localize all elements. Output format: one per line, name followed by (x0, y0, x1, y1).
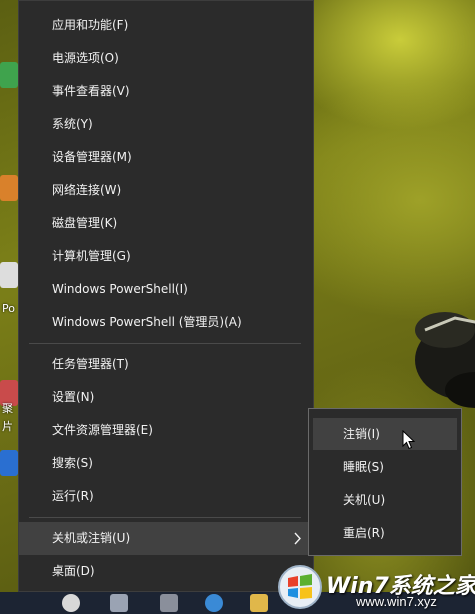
menu-item-search[interactable]: 搜索(S) (19, 447, 313, 480)
desktop-icon-label: 聚 (2, 402, 13, 415)
menu-item-powershell[interactable]: Windows PowerShell(I) (19, 273, 313, 306)
menu-item-label: 关机或注销(U) (52, 531, 131, 545)
wallpaper-animal (415, 312, 475, 408)
menu-item-file-explorer[interactable]: 文件资源管理器(E) (19, 414, 313, 447)
menu-item-disk-management[interactable]: 磁盘管理(K) (19, 207, 313, 240)
menu-item-device-manager[interactable]: 设备管理器(M) (19, 141, 313, 174)
menu-item-event-viewer[interactable]: 事件查看器(V) (19, 75, 313, 108)
site-watermark: Win7系统之家 www.win7.xyz (276, 560, 475, 614)
desktop-icon-label: Po (2, 302, 15, 315)
taskbar-search-icon[interactable] (62, 594, 80, 612)
menu-item-desktop[interactable]: 桌面(D) (19, 555, 313, 588)
menu-item-system[interactable]: 系统(Y) (19, 108, 313, 141)
submenu-item-restart[interactable]: 重启(R) (313, 517, 457, 549)
menu-item-computer-management[interactable]: 计算机管理(G) (19, 240, 313, 273)
menu-item-network-connections[interactable]: 网络连接(W) (19, 174, 313, 207)
taskbar-app-icon[interactable] (160, 594, 178, 612)
taskbar-app-icon[interactable] (110, 594, 128, 612)
menu-item-powershell-admin[interactable]: Windows PowerShell (管理员)(A) (19, 306, 313, 339)
winx-context-menu: 应用和功能(F) 电源选项(O) 事件查看器(V) 系统(Y) 设备管理器(M)… (18, 0, 314, 592)
menu-separator (29, 343, 301, 344)
desktop-shortcut-icon[interactable] (0, 262, 18, 288)
menu-item-shutdown-signout[interactable]: 关机或注销(U) (19, 522, 313, 555)
taskbar-browser-icon[interactable] (205, 594, 223, 612)
watermark-url: www.win7.xyz (356, 594, 437, 609)
mouse-cursor-icon (402, 430, 416, 450)
desktop-shortcut-icon[interactable] (0, 175, 18, 201)
menu-separator (29, 517, 301, 518)
windows-logo-icon (278, 565, 322, 609)
submenu-item-shut-down[interactable]: 关机(U) (313, 484, 457, 516)
taskbar-folder-icon[interactable] (250, 594, 268, 612)
submenu-item-sign-out[interactable]: 注销(I) (313, 418, 457, 450)
menu-item-run[interactable]: 运行(R) (19, 480, 313, 513)
desktop-shortcut-icon[interactable] (0, 450, 18, 476)
chevron-right-icon (294, 532, 301, 545)
desktop-shortcut-icon[interactable] (0, 62, 18, 88)
submenu-item-sleep[interactable]: 睡眠(S) (313, 451, 457, 483)
desktop-icon-strip: Po 聚 片 (0, 0, 18, 614)
menu-item-apps-features[interactable]: 应用和功能(F) (19, 9, 313, 42)
menu-item-task-manager[interactable]: 任务管理器(T) (19, 348, 313, 381)
menu-item-settings[interactable]: 设置(N) (19, 381, 313, 414)
shutdown-submenu: 注销(I) 睡眠(S) 关机(U) 重启(R) (308, 408, 462, 556)
desktop-icon-label: 片 (2, 420, 13, 433)
menu-item-power-options[interactable]: 电源选项(O) (19, 42, 313, 75)
